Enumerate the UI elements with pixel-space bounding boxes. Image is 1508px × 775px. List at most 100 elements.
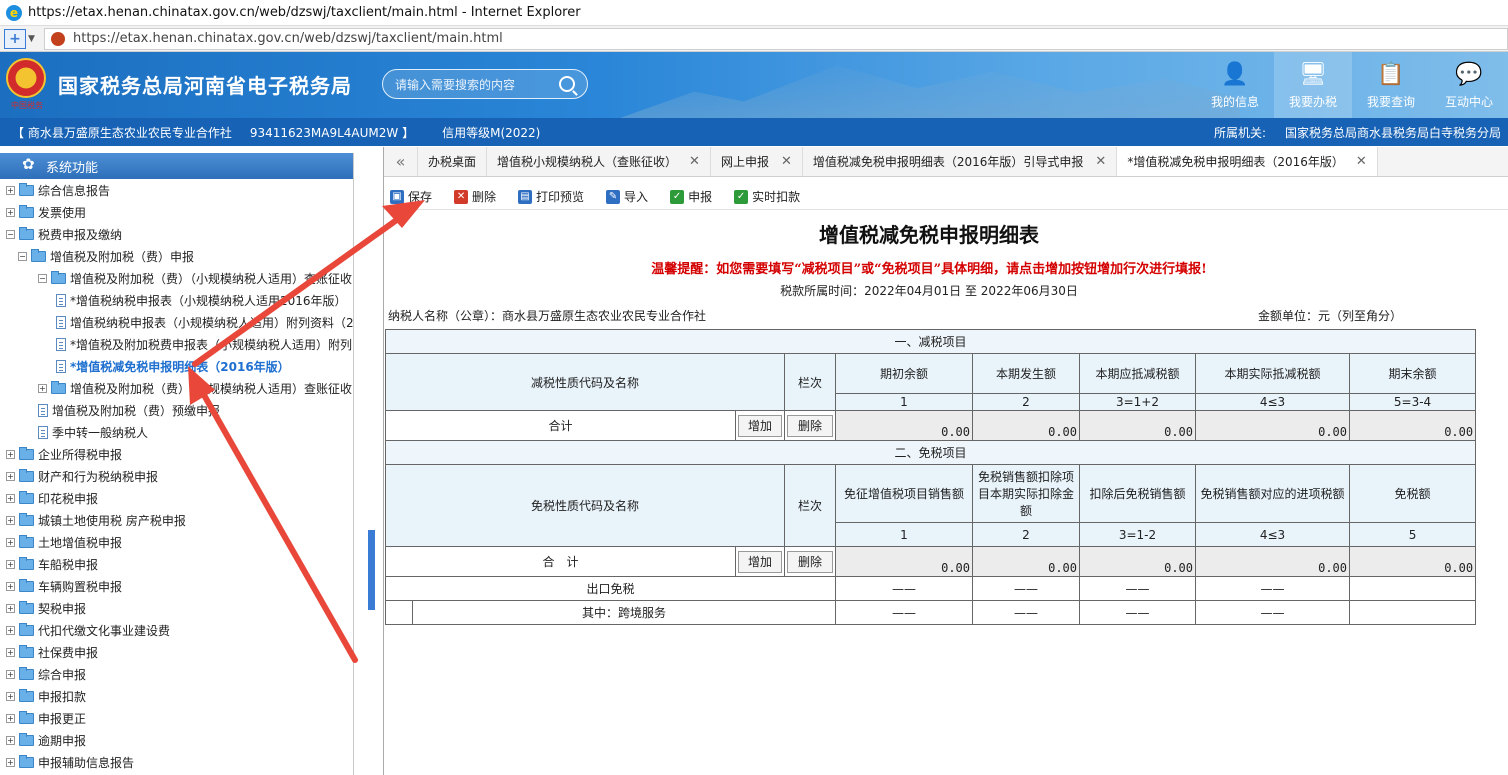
close-icon[interactable]: ✕ xyxy=(1356,154,1367,169)
chevron-down-icon[interactable]: ▼ xyxy=(28,34,38,44)
expand-icon[interactable]: + xyxy=(6,713,15,723)
expand-icon[interactable]: + xyxy=(6,207,15,217)
amount-cell[interactable]: 0.00 xyxy=(1348,410,1477,441)
sidebar: 系统功能 +综合信息报告+发票使用−税费申报及缴纳−增值税及附加税（费）申报−增… xyxy=(0,153,354,775)
expand-icon[interactable]: + xyxy=(6,471,15,481)
reduction-delete-button[interactable]: 删除 xyxy=(787,414,833,437)
amount-cell[interactable]: 0.00 xyxy=(1195,546,1350,577)
folder-icon xyxy=(19,490,34,504)
sidebar-tree-item[interactable]: − 增值税及附加税（费）申报 xyxy=(0,245,353,267)
save-button[interactable]: ▣ 保存 xyxy=(390,188,432,205)
collapse-icon[interactable]: − xyxy=(18,251,27,261)
tab-guided-filing[interactable]: 增值税减免税申报明细表（2016年版）引导式申报 ✕ xyxy=(803,147,1118,176)
col-number: 1 xyxy=(835,522,973,547)
new-tab-icon[interactable]: + xyxy=(4,28,26,49)
sidebar-tree-item[interactable]: *增值税及附加税费申报表（小规模纳税人适用）附列 xyxy=(0,333,353,355)
chat-icon: 💬 xyxy=(1455,61,1483,87)
expand-icon[interactable]: + xyxy=(6,757,15,767)
tab-reduction-detail[interactable]: *增值税减免税申报明细表（2016年版） ✕ xyxy=(1117,147,1378,176)
expand-icon[interactable]: + xyxy=(6,581,15,591)
tab-small-scale[interactable]: 增值税小规模纳税人（查账征收） ✕ xyxy=(487,147,711,176)
sidebar-tree-item[interactable]: + 印花税申报 xyxy=(0,487,353,509)
header-search-input[interactable]: 请输入需要搜索的内容 xyxy=(382,69,588,99)
sidebar-tree-item[interactable]: + 代扣代缴文化事业建设费 xyxy=(0,619,353,641)
sidebar-tree-item[interactable]: + 申报扣款 xyxy=(0,685,353,707)
expand-icon[interactable]: + xyxy=(6,493,15,503)
expand-icon[interactable]: + xyxy=(6,449,15,459)
sidebar-tree-item[interactable]: − 税费申报及缴纳 xyxy=(0,223,353,245)
url-field[interactable]: https://etax.henan.chinatax.gov.cn/web/d… xyxy=(44,27,1508,50)
nav-interaction[interactable]: 💬 互动中心 xyxy=(1430,52,1508,118)
delete-button[interactable]: ✕ 删除 xyxy=(454,188,496,205)
expand-icon[interactable]: + xyxy=(6,515,15,525)
tab-desktop[interactable]: 办税桌面 xyxy=(418,147,488,176)
expand-icon[interactable]: + xyxy=(6,647,15,657)
sidebar-tree-item[interactable]: + 契税申报 xyxy=(0,597,353,619)
sidebar-tree-item[interactable]: + 城镇土地使用税 房产税申报 xyxy=(0,509,353,531)
sidebar-tree-item[interactable]: + 申报辅助信息报告 xyxy=(0,751,353,773)
collapse-icon[interactable]: − xyxy=(38,273,47,283)
reduction-add-button[interactable]: 增加 xyxy=(738,414,782,437)
expand-icon[interactable]: + xyxy=(6,537,15,547)
expand-icon[interactable]: + xyxy=(6,691,15,701)
sidebar-tree-item[interactable]: + 社保费申报 xyxy=(0,641,353,663)
amount-cell[interactable]: 0.00 xyxy=(1348,546,1477,577)
tree-item-label: 社保费申报 xyxy=(38,645,99,660)
close-icon[interactable]: ✕ xyxy=(1095,154,1106,169)
amount-cell[interactable]: 0.00 xyxy=(1079,546,1196,577)
sidebar-tree-item[interactable]: *增值税纳税申报表（小规模纳税人适用2016年版） xyxy=(0,289,353,311)
realtime-deduct-button[interactable]: ✓ 实时扣款 xyxy=(734,188,800,205)
sidebar-tree-item[interactable]: + 企业所得税申报 xyxy=(0,443,353,465)
close-icon[interactable]: ✕ xyxy=(781,154,792,169)
search-icon[interactable] xyxy=(559,76,575,92)
amount-cell[interactable]: 0.00 xyxy=(1079,410,1196,441)
close-icon[interactable]: ✕ xyxy=(689,154,700,169)
tab-label: 增值税小规模纳税人（查账征收） xyxy=(497,154,678,169)
sidebar-tree-item[interactable]: + 逾期申报 xyxy=(0,729,353,751)
sidebar-tree-item[interactable]: 增值税纳税申报表（小规模纳税人适用）附列资料（2 xyxy=(0,311,353,333)
expand-icon[interactable]: + xyxy=(6,185,15,195)
sidebar-tree-item[interactable]: + 增值税及附加税（费）（小规模纳税人适用）查账征收 xyxy=(0,377,353,399)
amount-cell[interactable]: 0.00 xyxy=(1195,410,1350,441)
sidebar-tree-item[interactable]: + 财产和行为税纳税申报 xyxy=(0,465,353,487)
print-preview-button[interactable]: ▤ 打印预览 xyxy=(518,188,584,205)
sidebar-tree-item[interactable]: + 发票使用 xyxy=(0,201,353,223)
collapse-icon[interactable]: − xyxy=(6,229,15,239)
col-number: 3=1-2 xyxy=(1079,522,1196,547)
nav-query[interactable]: 📋 我要查询 xyxy=(1352,52,1430,118)
nav-tax-handling[interactable]: 🖥 我要办税 xyxy=(1274,52,1352,118)
sidebar-tree-item[interactable]: + 申报更正 xyxy=(0,707,353,729)
tree-item-label: 增值税纳税申报表（小规模纳税人适用）附列资料（2 xyxy=(70,315,354,330)
exemption-add-button[interactable]: 增加 xyxy=(738,550,782,573)
expand-icon[interactable]: + xyxy=(6,603,15,613)
delete-row-cell: 删除 xyxy=(784,546,836,577)
sidebar-tree-item[interactable]: *增值税减免税申报明细表（2016年版） xyxy=(0,355,353,377)
sidebar-tree-item[interactable]: 季中转一般纳税人 xyxy=(0,421,353,443)
dash-cell: —— xyxy=(972,576,1080,601)
expand-icon[interactable]: + xyxy=(6,559,15,569)
amount-cell[interactable]: 0.00 xyxy=(835,546,973,577)
form-notice: 温馨提醒：如您需要填写“减税项目”或“免税项目”具体明细，请点击增加按钮增加行次… xyxy=(651,262,1207,277)
nav-my-info[interactable]: 👤 我的信息 xyxy=(1196,52,1274,118)
document-icon xyxy=(38,403,48,417)
exemption-delete-button[interactable]: 删除 xyxy=(787,550,833,573)
sidebar-tree-item[interactable]: + 车辆购置税申报 xyxy=(0,575,353,597)
sidebar-tree-item[interactable]: − 增值税及附加税（费）（小规模纳税人适用）查账征收 xyxy=(0,267,353,289)
sidebar-tree-item[interactable]: + 综合信息报告 xyxy=(0,179,353,201)
tab-online-filing[interactable]: 网上申报 ✕ xyxy=(711,147,803,176)
import-button[interactable]: ✎ 导入 xyxy=(606,188,648,205)
sidebar-splitter-handle[interactable] xyxy=(368,530,375,610)
expand-icon[interactable]: + xyxy=(6,669,15,679)
amount-cell[interactable]: 0.00 xyxy=(972,410,1080,441)
tab-scroll-left-icon[interactable]: « xyxy=(384,147,418,176)
expand-icon[interactable]: + xyxy=(6,735,15,745)
expand-icon[interactable]: + xyxy=(38,383,47,393)
sidebar-tree-item[interactable]: + 土地增值税申报 xyxy=(0,531,353,553)
amount-cell[interactable]: 0.00 xyxy=(835,410,973,441)
sidebar-tree-item[interactable]: + 综合申报 xyxy=(0,663,353,685)
submit-button[interactable]: ✓ 申报 xyxy=(670,188,712,205)
sidebar-tree-item[interactable]: + 车船税申报 xyxy=(0,553,353,575)
expand-icon[interactable]: + xyxy=(6,625,15,635)
sidebar-tree-item[interactable]: 增值税及附加税（费）预缴申报 xyxy=(0,399,353,421)
amount-cell[interactable]: 0.00 xyxy=(972,546,1080,577)
